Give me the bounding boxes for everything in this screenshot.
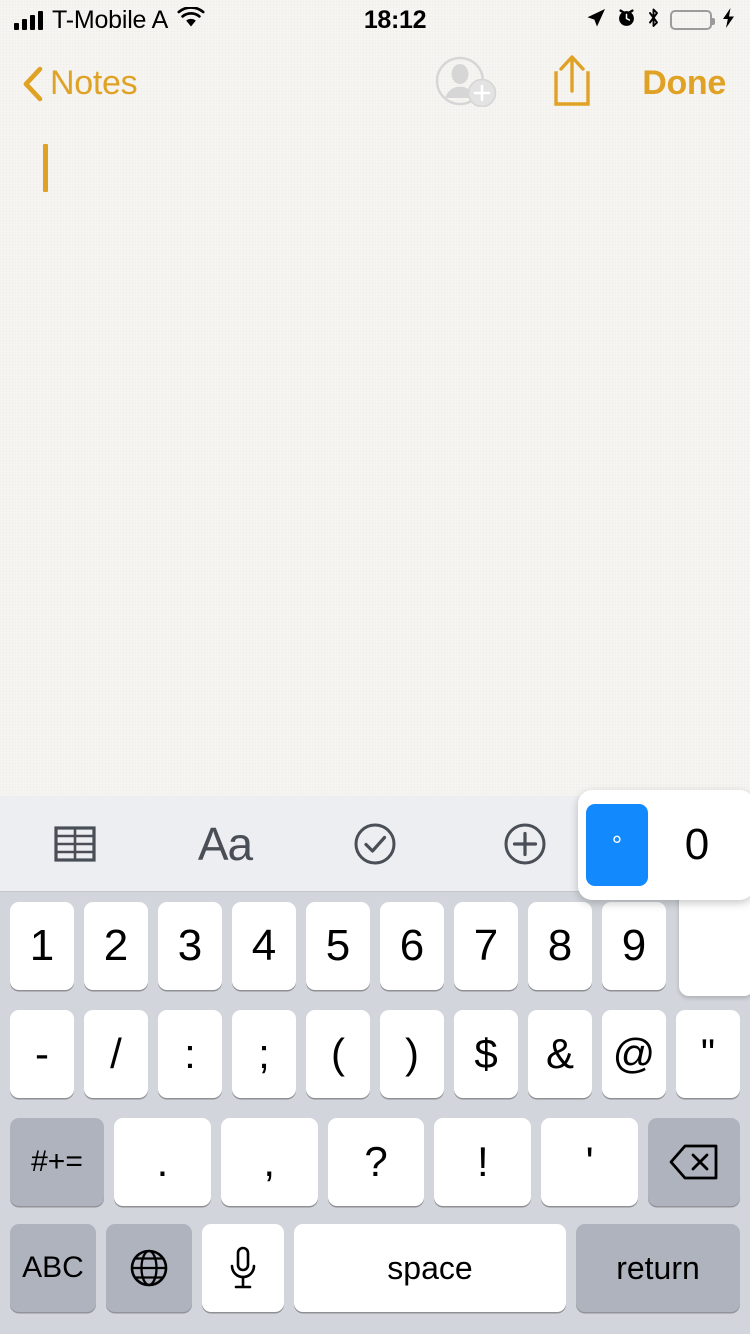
bluetooth-icon [646,7,661,34]
lightning-bolt-icon [721,7,736,34]
key-2[interactable]: 2 [84,902,148,990]
key-at[interactable]: @ [602,1010,666,1098]
chevron-left-icon [22,66,44,102]
key-9[interactable]: 9 [602,902,666,990]
wifi-icon [177,6,205,33]
key-4[interactable]: 4 [232,902,296,990]
phone-screen: T-Mobile A 18:12 Notes Done Aa 1 2 3 4 5… [0,0,750,1334]
text-cursor [43,144,48,192]
key-return[interactable]: return [576,1224,740,1312]
key-period[interactable]: . [114,1118,211,1206]
location-arrow-icon [585,7,607,34]
table-icon[interactable] [0,796,150,892]
microphone-icon[interactable] [202,1224,284,1312]
key-semicolon[interactable]: ; [232,1010,296,1098]
key-apostrophe[interactable]: ' [541,1118,638,1206]
key-1[interactable]: 1 [10,902,74,990]
navigation-bar: Notes Done [0,48,750,118]
key-more-symbols[interactable]: #+= [10,1118,104,1206]
key-question[interactable]: ? [327,1118,425,1206]
share-button[interactable] [548,53,596,114]
keyboard-row-third: #+= . , ? ! ' [0,1108,750,1216]
key-colon[interactable]: : [158,1010,222,1098]
key-hyphen[interactable]: - [10,1010,74,1098]
back-to-notes-button[interactable]: Notes [22,63,138,103]
key-8[interactable]: 8 [528,902,592,990]
key-right-paren[interactable]: ) [380,1010,444,1098]
alarm-clock-icon [616,7,637,33]
done-button[interactable]: Done [642,64,726,103]
cellular-bars-icon [14,10,43,30]
carrier-label: T-Mobile A [52,5,169,34]
key-comma[interactable]: , [220,1118,318,1206]
status-bar-center: 18:12 [205,6,585,35]
key-exclamation[interactable]: ! [434,1118,532,1206]
key-space[interactable]: space [294,1224,566,1312]
key-3[interactable]: 3 [158,902,222,990]
key-dollar[interactable]: $ [454,1010,518,1098]
status-clock: 18:12 [363,5,427,34]
keyboard-row-symbols: - / : ; ( ) $ & @ " [0,1000,750,1108]
keyboard-row-numbers: 1 2 3 4 5 6 7 8 9 0 [0,892,750,1000]
key-left-paren[interactable]: ( [306,1010,370,1098]
key-5[interactable]: 5 [306,902,370,990]
text-format-icon[interactable]: Aa [150,796,300,892]
keyboard-row-bottom: ABC space return [0,1216,750,1320]
battery-icon [670,10,715,30]
popup-option-zero[interactable]: 0 [648,804,746,886]
status-bar-left: T-Mobile A [14,6,205,35]
status-bar: T-Mobile A 18:12 [0,0,750,40]
note-editor[interactable] [0,118,750,796]
key-abc[interactable]: ABC [10,1224,96,1312]
status-bar-right [585,7,736,34]
add-person-button[interactable] [434,55,500,112]
key-slash[interactable]: / [84,1010,148,1098]
globe-icon[interactable] [106,1224,192,1312]
key-double-quote[interactable]: " [676,1010,740,1098]
key-7[interactable]: 7 [454,902,518,990]
key-popup-stem [679,884,750,996]
delete-icon[interactable] [647,1118,740,1206]
back-button-label: Notes [50,63,138,102]
key-alternates-popup[interactable]: ° 0 [578,790,750,900]
key-ampersand[interactable]: & [528,1010,592,1098]
checklist-icon[interactable] [300,796,450,892]
key-6[interactable]: 6 [380,902,444,990]
popup-option-degree[interactable]: ° [586,804,648,886]
